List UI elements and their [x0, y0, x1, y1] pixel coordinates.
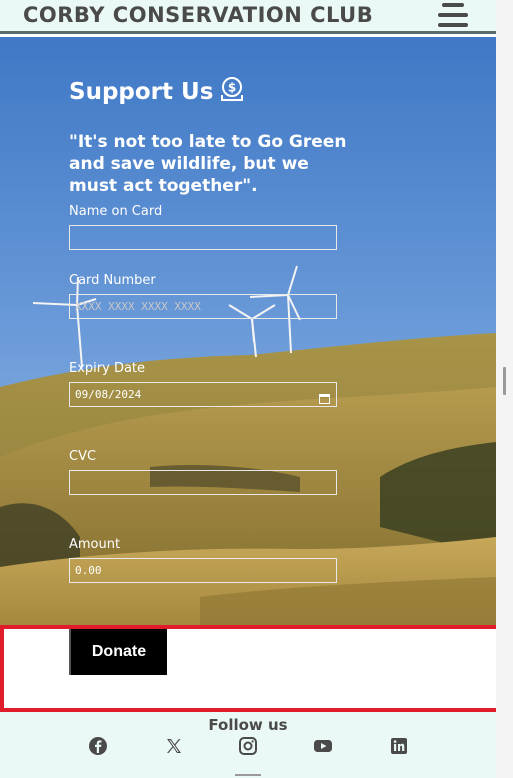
name-on-card-label: Name on Card: [69, 204, 163, 219]
donate-panel: Donate: [0, 625, 508, 712]
support-title: Support Us: [69, 79, 214, 105]
linkedin-icon[interactable]: [389, 736, 409, 756]
hero-section: Support Us $ "It's not too late to Go Gr…: [0, 37, 496, 625]
support-quote: "It's not too late to Go Green and save …: [69, 132, 347, 196]
youtube-icon[interactable]: [313, 736, 333, 756]
support-heading: Support Us $: [69, 77, 245, 107]
expiry-date-value: 09/08/2024: [75, 388, 142, 401]
name-on-card-input[interactable]: [69, 225, 337, 250]
page-scrollbar[interactable]: [496, 0, 513, 778]
card-number-label: Card Number: [69, 273, 156, 288]
site-title[interactable]: CORBY CONSERVATION CLUB: [23, 3, 373, 27]
cvc-label: CVC: [69, 449, 97, 464]
instagram-icon[interactable]: [238, 736, 258, 756]
card-number-placeholder: XXXX XXXX XXXX XXXX: [75, 300, 201, 313]
svg-text:$: $: [228, 81, 236, 95]
hamburger-menu-icon[interactable]: [436, 1, 472, 29]
site-header: CORBY CONSERVATION CLUB: [0, 0, 496, 34]
scrollbar-thumb[interactable]: [503, 367, 506, 395]
footer-divider: [235, 774, 261, 776]
cvc-input[interactable]: [69, 470, 337, 495]
calendar-icon[interactable]: [319, 389, 330, 412]
money-bag-dollar-icon: $: [219, 77, 245, 107]
expiry-date-input[interactable]: 09/08/2024: [69, 382, 337, 407]
site-footer: Follow us: [0, 712, 496, 778]
amount-label: Amount: [69, 537, 121, 552]
x-twitter-icon[interactable]: [164, 736, 184, 756]
expiry-date-label: Expiry Date: [69, 361, 146, 376]
amount-input[interactable]: 0.00: [69, 558, 337, 583]
facebook-icon[interactable]: [88, 736, 108, 756]
follow-us-label: Follow us: [208, 716, 288, 734]
card-number-input[interactable]: XXXX XXXX XXXX XXXX: [69, 294, 337, 319]
donate-button[interactable]: Donate: [69, 629, 167, 675]
